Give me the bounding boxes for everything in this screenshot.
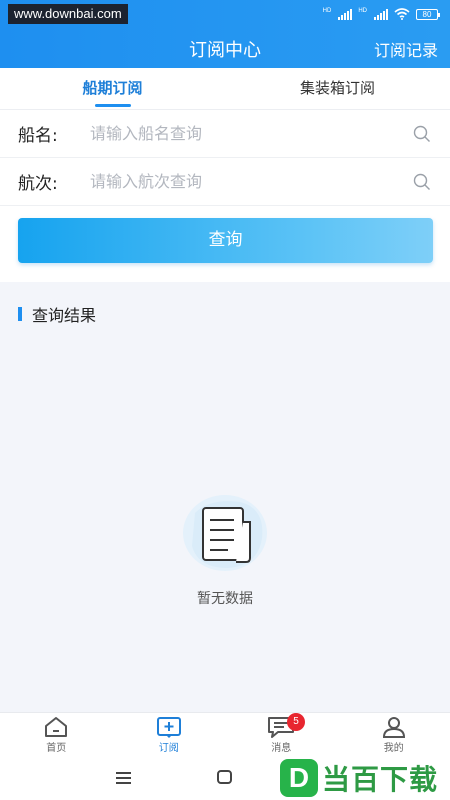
subscribe-icon bbox=[156, 717, 181, 738]
empty-document-icon bbox=[183, 495, 267, 571]
section-marker bbox=[18, 307, 22, 321]
voyage-label: 航次: bbox=[18, 174, 58, 194]
site-watermark: www.downbai.com bbox=[8, 4, 128, 24]
home-icon bbox=[45, 717, 68, 737]
voyage-input[interactable] bbox=[90, 172, 412, 191]
signal-icon-2 bbox=[374, 8, 388, 20]
hd-label: HD bbox=[322, 8, 332, 14]
tabbar-item-home[interactable]: 首页 bbox=[0, 713, 113, 756]
search-icon[interactable] bbox=[412, 124, 432, 144]
tab-schedule-subscription[interactable]: 船期订阅 bbox=[0, 68, 225, 109]
bottom-tabbar: 首页 订阅 消息 5 我的 bbox=[0, 712, 450, 756]
signal-icon bbox=[338, 8, 353, 20]
logo-letter: D bbox=[279, 759, 318, 797]
empty-state: 暂无数据 bbox=[0, 488, 450, 608]
ship-name-label: 船名: bbox=[18, 126, 58, 146]
message-count-badge: 5 bbox=[287, 713, 305, 731]
wifi-icon bbox=[394, 8, 410, 20]
battery-icon: 80 bbox=[416, 8, 440, 20]
app-header: www.downbai.com HD HD 80 订阅中心 订阅记录 bbox=[0, 0, 450, 68]
logo-text: 当百下载 bbox=[321, 763, 438, 796]
hd-label-2: HD bbox=[358, 8, 367, 14]
tabbar-item-subscribe[interactable]: 订阅 bbox=[113, 713, 226, 756]
site-logo-watermark: D 当百下载 bbox=[279, 758, 438, 798]
ship-name-row: 船名: bbox=[0, 110, 450, 158]
tabbar-item-profile[interactable]: 我的 bbox=[338, 713, 450, 756]
status-bar: HD HD 80 bbox=[322, 8, 440, 20]
tabbar-item-messages[interactable]: 消息 5 bbox=[225, 713, 338, 756]
voyage-row: 航次: bbox=[0, 158, 450, 206]
tabbar-label-messages: 消息 bbox=[271, 743, 292, 754]
tabbar-label-home: 首页 bbox=[46, 743, 67, 754]
menu-icon[interactable] bbox=[116, 772, 131, 787]
tabbar-label-profile: 我的 bbox=[383, 743, 404, 754]
empty-text: 暂无数据 bbox=[197, 591, 253, 607]
tab-container-subscription[interactable]: 集装箱订阅 bbox=[225, 68, 450, 109]
results-header: 查询结果 bbox=[18, 302, 96, 326]
home-button-icon[interactable] bbox=[217, 770, 232, 784]
query-button[interactable]: 查询 bbox=[18, 218, 433, 263]
user-icon bbox=[382, 717, 405, 738]
results-title: 查询结果 bbox=[32, 306, 97, 325]
tabbar-label-subscribe: 订阅 bbox=[158, 743, 179, 754]
ship-name-input[interactable] bbox=[90, 124, 412, 143]
search-icon[interactable] bbox=[412, 172, 432, 192]
subscription-tabs: 船期订阅 集装箱订阅 bbox=[0, 68, 450, 110]
system-nav-bar: D 当百下载 bbox=[0, 756, 450, 800]
subscription-records-link[interactable]: 订阅记录 bbox=[374, 37, 438, 61]
query-form: 船名: 航次: 查询 bbox=[0, 110, 450, 282]
